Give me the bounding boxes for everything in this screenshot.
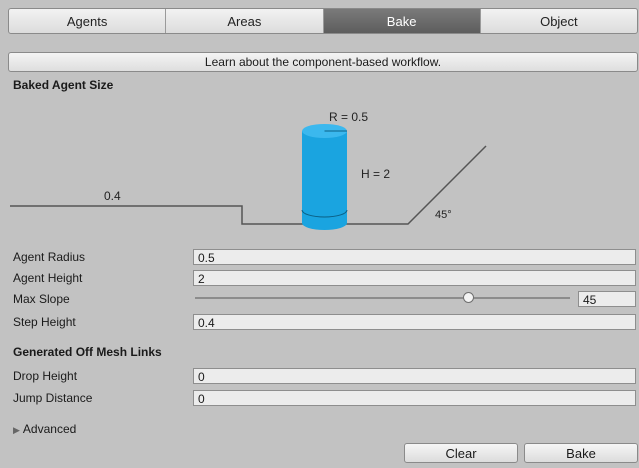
agent-size-diagram: R = 0.5 H = 2 0.4 45°	[10, 110, 487, 230]
bake-button[interactable]: Bake	[524, 443, 638, 463]
agent-radius-field[interactable]: 0.5	[193, 249, 636, 265]
advanced-foldout[interactable]: ▶ Advanced	[13, 422, 76, 436]
max-slope-slider-track[interactable]	[195, 297, 570, 299]
jump-distance-label: Jump Distance	[13, 391, 93, 405]
tab-object[interactable]: Object	[481, 9, 637, 33]
tab-areas[interactable]: Areas	[166, 9, 324, 33]
jump-distance-field[interactable]: 0	[193, 390, 636, 406]
max-slope-field[interactable]: 45	[578, 291, 636, 307]
slope-angle-label: 45°	[435, 209, 452, 221]
step-height-field[interactable]: 0.4	[193, 314, 636, 330]
advanced-label: Advanced	[22, 422, 77, 436]
max-slope-slider-thumb[interactable]	[463, 292, 475, 303]
drop-height-label: Drop Height	[13, 369, 78, 383]
height-label: H = 2	[361, 167, 390, 181]
step-height-field-label: Step Height	[13, 315, 76, 329]
max-slope-label: Max Slope	[13, 292, 70, 306]
agent-height-field[interactable]: 2	[193, 270, 636, 286]
agent-cylinder-icon	[301, 124, 348, 230]
tab-bar: Agents Areas Bake Object	[8, 8, 638, 34]
foldout-arrow-icon: ▶	[13, 425, 20, 435]
clear-button[interactable]: Clear	[404, 443, 518, 463]
step-height-label: 0.4	[104, 189, 121, 203]
off-mesh-links-heading: Generated Off Mesh Links	[13, 345, 162, 359]
radius-label: R = 0.5	[329, 110, 368, 124]
learn-workflow-button[interactable]: Learn about the component-based workflow…	[8, 52, 638, 72]
tab-agents[interactable]: Agents	[9, 9, 167, 33]
drop-height-field[interactable]: 0	[193, 368, 636, 384]
tab-bake[interactable]: Bake	[323, 9, 481, 33]
agent-height-label: Agent Height	[13, 271, 83, 285]
baked-agent-size-heading: Baked Agent Size	[13, 78, 114, 92]
ground-profile	[10, 145, 487, 225]
agent-radius-label: Agent Radius	[13, 250, 86, 264]
